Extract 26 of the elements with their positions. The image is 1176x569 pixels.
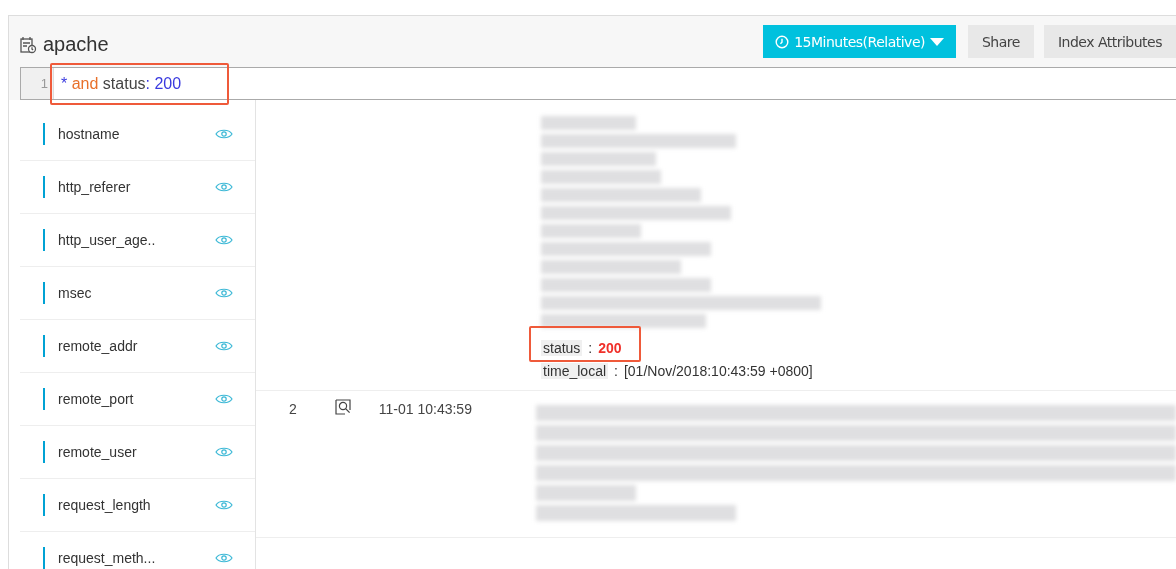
caret-icon xyxy=(930,37,944,46)
line-number: 1 xyxy=(21,68,54,99)
eye-icon[interactable] xyxy=(215,499,233,511)
logstore-title: apache xyxy=(43,33,109,56)
logstore-icon xyxy=(19,35,37,54)
magnifier-icon[interactable] xyxy=(334,399,351,415)
row-number: 2 xyxy=(288,401,297,417)
eye-icon[interactable] xyxy=(215,340,233,352)
clock-icon xyxy=(775,34,790,49)
colon-text: : xyxy=(614,362,618,379)
eye-icon[interactable] xyxy=(215,287,233,299)
eye-icon[interactable] xyxy=(215,181,233,193)
colon-text: : xyxy=(588,339,593,356)
field-key: time_local xyxy=(541,362,609,379)
log-time: 11-01 10:43:59 xyxy=(378,401,472,417)
field-value: 200 xyxy=(598,339,622,356)
field-value: [01/Nov/2018:10:43:59 +0800] xyxy=(623,362,813,379)
eye-icon[interactable] xyxy=(215,128,233,140)
field-key: status xyxy=(541,339,583,356)
eye-icon[interactable] xyxy=(215,234,233,246)
eye-icon[interactable] xyxy=(215,446,233,458)
eye-icon[interactable] xyxy=(215,552,233,564)
eye-icon[interactable] xyxy=(215,393,233,405)
index-attributes-button[interactable]: Index Attributes xyxy=(1043,25,1176,58)
share-button[interactable]: Share xyxy=(968,25,1034,58)
query-text: * and status: 200 xyxy=(61,74,182,92)
